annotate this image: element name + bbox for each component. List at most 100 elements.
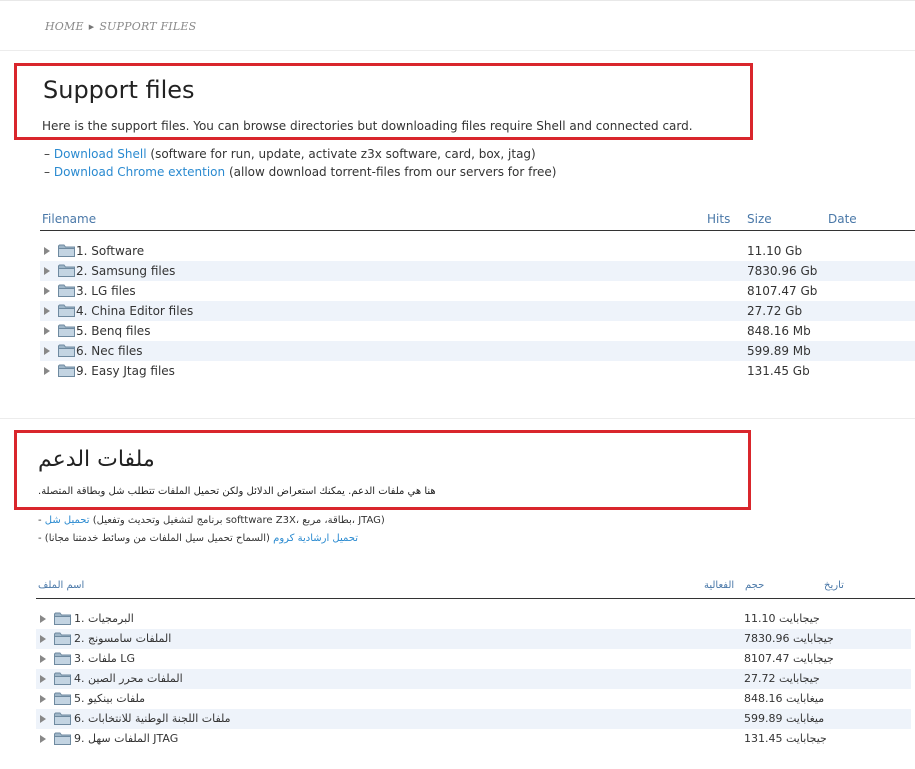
file-size: 599.89 Mb (747, 344, 811, 358)
folder-icon (54, 612, 71, 625)
expand-triangle-icon[interactable] (40, 655, 46, 663)
column-date[interactable]: Date (828, 212, 857, 226)
folder-icon (58, 244, 75, 257)
file-size: 11.10 Gb (747, 244, 803, 258)
download-chrome-extension-link-ar[interactable]: تحميل ارشادية كروم (273, 533, 358, 544)
folder-icon (58, 264, 75, 277)
file-name[interactable]: 3. LG files (76, 284, 136, 298)
expand-triangle-icon[interactable] (44, 367, 50, 375)
table-row[interactable]: 3. ملفات LG 8107.47 جيجابايت (36, 649, 911, 669)
column-size-ar[interactable]: حجم (745, 580, 764, 591)
table-row[interactable]: 5. Benq files 848.16 Mb (40, 321, 915, 341)
expand-triangle-icon[interactable] (40, 635, 46, 643)
file-name[interactable]: 3. ملفات LG (74, 652, 135, 665)
page-title-ar: ملفات الدعم (38, 447, 155, 472)
table-row[interactable]: 4. China Editor files 27.72 Gb (40, 301, 915, 321)
column-date-ar[interactable]: تاريخ (824, 580, 844, 591)
folder-icon (58, 364, 75, 377)
download-link-row-ar: - تحميل شل (برنامج لتشغيل وتحديث وتفعيل … (38, 512, 385, 530)
file-size: 7830.96 Gb (747, 264, 818, 278)
file-name[interactable]: 2. Samsung files (76, 264, 175, 278)
file-name[interactable]: 6. Nec files (76, 344, 143, 358)
file-name[interactable]: الملفات سامسونج .2 (74, 632, 171, 645)
table-row[interactable]: 6. Nec files 599.89 Mb (40, 341, 915, 361)
download-chrome-extension-link[interactable]: Download Chrome extention (54, 165, 225, 179)
expand-triangle-icon[interactable] (40, 615, 46, 623)
page-description-ar: .هنا هي ملفات الدعم. يمكنك استعراض الدلا… (38, 486, 436, 497)
divider (0, 418, 915, 419)
table-header-rule (40, 230, 915, 231)
expand-triangle-icon[interactable] (44, 307, 50, 315)
table-row[interactable]: البرمجيات .1 11.10 جيجابايت (36, 609, 911, 629)
file-name[interactable]: 4. China Editor files (76, 304, 193, 318)
table-row[interactable]: الملفات محرر الصين .4 27.72 جيجابايت (36, 669, 911, 689)
bullet: – (44, 147, 50, 161)
folder-icon (58, 344, 75, 357)
folder-icon (54, 672, 71, 685)
link-note: (software for run, update, activate z3x … (150, 147, 536, 161)
expand-triangle-icon[interactable] (44, 327, 50, 335)
column-filename-ar[interactable]: اسم الملف (38, 580, 84, 591)
folder-icon (54, 732, 71, 745)
table-row[interactable]: 2. Samsung files 7830.96 Gb (40, 261, 915, 281)
expand-triangle-icon[interactable] (40, 715, 46, 723)
table-row[interactable]: 9. Easy Jtag files 131.45 Gb (40, 361, 915, 381)
breadcrumb: HOME ▶ SUPPORT FILES (45, 20, 196, 33)
column-filename[interactable]: Filename (42, 212, 96, 226)
expand-triangle-icon[interactable] (40, 675, 46, 683)
folder-icon (54, 632, 71, 645)
page-title: Support files (43, 76, 195, 104)
file-name[interactable]: البرمجيات .1 (74, 612, 134, 625)
download-link-row: – Download Shell (software for run, upda… (44, 145, 556, 163)
file-size: 7830.96 جيجابايت (744, 632, 834, 645)
table-row[interactable]: 1. Software 11.10 Gb (40, 241, 915, 261)
bullet: - (38, 515, 42, 526)
file-size: 11.10 جيجابايت (744, 612, 820, 625)
download-links: – Download Shell (software for run, upda… (44, 145, 556, 181)
file-name[interactable]: الملفات محرر الصين .4 (74, 672, 183, 685)
file-size: 8107.47 جيجابايت (744, 652, 834, 665)
link-note: (برنامج لتشغيل وتحديث وتفعيل softtware Z… (92, 515, 385, 526)
expand-triangle-icon[interactable] (44, 247, 50, 255)
table-row[interactable]: 9. الملفات سهل JTAG 131.45 جيجابايت (36, 729, 911, 749)
download-shell-link-ar[interactable]: تحميل شل (45, 515, 90, 526)
file-name[interactable]: 5. Benq files (76, 324, 150, 338)
table-row[interactable]: ملفات اللجنة الوطنية للانتخابات .6 599.89… (36, 709, 911, 729)
file-size: 848.16 Mb (747, 324, 811, 338)
column-hits-ar[interactable]: الفعالية (704, 580, 734, 591)
expand-triangle-icon[interactable] (44, 267, 50, 275)
file-size: 8107.47 Gb (747, 284, 818, 298)
table-row[interactable]: الملفات سامسونج .2 7830.96 جيجابايت (36, 629, 911, 649)
folder-icon (58, 304, 75, 317)
column-hits[interactable]: Hits (707, 212, 730, 226)
column-size[interactable]: Size (747, 212, 772, 226)
file-size: 27.72 Gb (747, 304, 803, 318)
file-name[interactable]: ملفات اللجنة الوطنية للانتخابات .6 (74, 712, 231, 725)
file-name[interactable]: 9. Easy Jtag files (76, 364, 175, 378)
file-size: 131.45 Gb (747, 364, 810, 378)
divider (0, 50, 915, 51)
breadcrumb-current: SUPPORT FILES (99, 20, 197, 33)
top-border (0, 0, 915, 1)
file-size: 848.16 ميغابايت (744, 692, 825, 705)
bullet: – (44, 165, 50, 179)
file-name[interactable]: 9. الملفات سهل JTAG (74, 732, 178, 745)
link-note: (السماح تحميل سيل الملفات من وسائط خدمتن… (44, 533, 270, 544)
expand-triangle-icon[interactable] (44, 287, 50, 295)
folder-icon (58, 324, 75, 337)
table-row[interactable]: ملفات بينكيو .5 848.16 ميغابايت (36, 689, 911, 709)
download-shell-link[interactable]: Download Shell (54, 147, 147, 161)
expand-triangle-icon[interactable] (44, 347, 50, 355)
file-name[interactable]: ملفات بينكيو .5 (74, 692, 145, 705)
breadcrumb-home[interactable]: HOME (45, 20, 84, 33)
breadcrumb-separator-icon: ▶ (88, 22, 95, 31)
file-name[interactable]: 1. Software (76, 244, 144, 258)
file-size: 599.89 ميغابايت (744, 712, 825, 725)
table-row[interactable]: 3. LG files 8107.47 Gb (40, 281, 915, 301)
expand-triangle-icon[interactable] (40, 735, 46, 743)
download-links-ar: - تحميل شل (برنامج لتشغيل وتحديث وتفعيل … (38, 512, 385, 548)
bullet: - (38, 533, 42, 544)
file-size: 27.72 جيجابايت (744, 672, 820, 685)
folder-icon (54, 692, 71, 705)
expand-triangle-icon[interactable] (40, 695, 46, 703)
